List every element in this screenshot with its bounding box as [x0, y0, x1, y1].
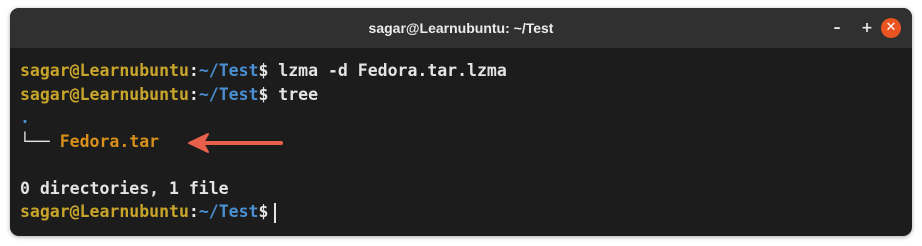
minimize-button[interactable]: – [827, 18, 847, 38]
terminal-window: sagar@Learnubuntu: ~/Test – + ✕ sagar@Le… [10, 8, 912, 236]
tree-file-name: Fedora.tar [59, 131, 160, 151]
title-bar[interactable]: sagar@Learnubuntu: ~/Test – + ✕ [10, 8, 912, 48]
prompt-path: ~/Test [198, 61, 259, 80]
text-cursor [274, 202, 277, 223]
command-text: tree [268, 84, 319, 104]
red-arrow-icon [188, 133, 283, 153]
terminal-line: sagar@Learnubuntu:~/Test$ lzma -d Fedora… [20, 59, 507, 83]
window-title: sagar@Learnubuntu: ~/Test [368, 20, 554, 36]
tree-summary: 0 directories, 1 file [20, 178, 229, 198]
prompt-colon: : [188, 61, 199, 80]
prompt-colon: : [188, 84, 199, 104]
prompt-colon: : [188, 202, 199, 221]
tree-root: . [20, 108, 30, 127]
tree-branch: └── [20, 131, 60, 151]
prompt-symbol: $ [258, 84, 269, 104]
close-button[interactable]: ✕ [881, 18, 901, 38]
command-text: lzma -d Fedora.tar.lzma [268, 61, 507, 80]
prompt-symbol: $ [258, 61, 269, 80]
maximize-button[interactable]: + [857, 18, 877, 38]
prompt-user: sagar@Learnubuntu [20, 61, 189, 80]
tree-root-line: . [20, 106, 507, 130]
prompt-path: ~/Test [198, 84, 259, 104]
prompt-symbol: $ [258, 202, 269, 221]
terminal-line: sagar@Learnubuntu:~/Test$ tree [20, 83, 507, 107]
terminal-line: sagar@Learnubuntu:~/Test$ [20, 200, 507, 224]
prompt-path: ~/Test [198, 202, 259, 221]
prompt-user: sagar@Learnubuntu [20, 202, 189, 221]
prompt-user: sagar@Learnubuntu [20, 84, 189, 104]
